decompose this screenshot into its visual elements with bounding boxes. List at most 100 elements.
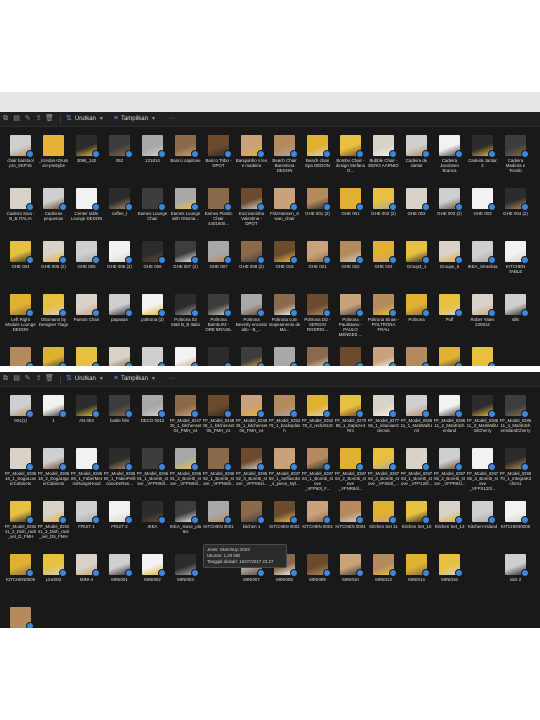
file-item[interactable]: 121814	[136, 132, 169, 185]
file-item[interactable]: Cadeira Jantar 2	[466, 132, 499, 185]
file-item[interactable]: FF_Model_ID8611_4_MatiKitchenIslandCherr…	[499, 392, 532, 445]
file-item[interactable]: Poltrona	[400, 291, 433, 344]
file-item[interactable]: Escrivaninha Valentina - DPOT	[235, 185, 268, 238]
file-item[interactable]: FF_Model_ID8765_3_Boretti_stove _VFPS120…	[466, 445, 499, 498]
file-item[interactable]: FF_Model_ID8764_2_Boretti_stove _VFNR84l…	[334, 445, 367, 498]
file-item[interactable]: MINI003	[169, 551, 202, 604]
file-item[interactable]: GHE 004 (2)	[499, 185, 532, 238]
file-item[interactable]: Banco capitone	[169, 132, 202, 185]
more-options-icon[interactable]: ···	[166, 372, 177, 386]
rename-icon[interactable]: ✎	[22, 372, 33, 386]
file-item[interactable]: GHE 022	[334, 238, 367, 291]
file-item[interactable]: ST006	[169, 344, 202, 366]
file-item[interactable]: TABLE 0008	[334, 344, 367, 366]
file-item[interactable]: GHE 021	[301, 238, 334, 291]
file-item[interactable]: Eames Lounge with Ottoma...	[169, 185, 202, 238]
file-item[interactable]: GHE 002 (2)	[367, 185, 400, 238]
file-item[interactable]: Bubble Chair - EERO AARNIO	[367, 132, 400, 185]
file-item[interactable]: Kitchen Set_10	[400, 498, 433, 551]
file-item[interactable]: FF_Model_ID4809_1_kitchenset06_FMH_v4	[235, 392, 268, 445]
file-item[interactable]: GHE 024	[367, 238, 400, 291]
file-item[interactable]: GHE 006 (2)	[103, 238, 136, 291]
file-item[interactable]: MINI001	[103, 551, 136, 604]
file-item[interactable]: GHE 018	[268, 238, 301, 291]
file-item[interactable]: Beach chair Spa DEDON	[301, 132, 334, 185]
file-item[interactable]: FF_Model_ID5279_1_backsplash	[268, 392, 301, 445]
file-item[interactable]: KITCHEN 0003	[301, 498, 334, 551]
file-item[interactable]: GHE 001 (2)	[301, 185, 334, 238]
file-item[interactable]: GHE 004	[4, 238, 37, 291]
file-item[interactable]: GHE 005 (2)	[37, 238, 70, 291]
file-item[interactable]: bottle hihi	[103, 392, 136, 445]
file-item[interactable]: Poltrona 03 Matt B_B Italia	[169, 291, 202, 344]
file-item[interactable]: Rober Yates 220812	[466, 291, 499, 344]
file-item[interactable]: TABLE001	[367, 344, 400, 366]
sort-button[interactable]: ⇅ Urutkan ▼	[66, 112, 104, 126]
file-item[interactable]: ST0010	[301, 344, 334, 366]
delete-icon[interactable]: 🗑	[44, 372, 55, 386]
file-item[interactable]: ST008	[235, 344, 268, 366]
file-item[interactable]: FF_Model_ID8764_1_Boretti_stove _VFP60l_…	[301, 445, 334, 498]
file-item[interactable]: GHE 003	[466, 185, 499, 238]
file-item[interactable]: GHE 001	[334, 185, 367, 238]
file-item[interactable]: KITCHEN0006	[4, 551, 37, 604]
file-item[interactable]: ST009	[268, 344, 301, 366]
file-item[interactable]: KITCHEN0005	[499, 498, 532, 551]
file-item[interactable]: GHE 002	[400, 185, 433, 238]
file-item[interactable]: Cadeira Madeira e Tecido	[499, 132, 532, 185]
file-item[interactable]: Cadeira Sina - B_B ITALIA	[4, 185, 37, 238]
more-options-icon[interactable]: ···	[166, 112, 177, 126]
file-item[interactable]: chair barstool pro_SKP15	[4, 132, 37, 185]
file-item[interactable]: Bombo Chair - design Stefano G...	[334, 132, 367, 185]
file-item[interactable]: FF_Model_ID4808_1_kitchenset05_FMH_v1	[202, 392, 235, 445]
rename-icon[interactable]: ✎	[22, 112, 33, 126]
file-item[interactable]: Cadeira Jacobsen Branca	[433, 132, 466, 185]
file-item[interactable]: FF_Model_ID8616_2_DogaUpperCabinets	[37, 445, 70, 498]
file-item[interactable]: FF_Model_ID9070_1_IntegraKitchen1	[499, 445, 532, 498]
file-item[interactable]: Poltrona Sinan - POLTRONA FRAU	[367, 291, 400, 344]
share-icon[interactable]: ⇪	[33, 112, 44, 126]
file-item[interactable]: coffee_t	[103, 185, 136, 238]
file-item[interactable]: Panton Chair	[70, 291, 103, 344]
file-item[interactable]: MINI014	[400, 551, 433, 604]
file-item[interactable]: Beach Chair Barcelona DEDON	[268, 132, 301, 185]
file-item[interactable]: FF_Model_ID8691_1_Boretti_stove _VFPN93l…	[136, 445, 169, 498]
file-item[interactable]: 052	[103, 132, 136, 185]
file-item[interactable]: Poltrona Beverly encosto alto - B_...	[235, 291, 268, 344]
file-item[interactable]: Ottomano by Designer Tiago	[37, 291, 70, 344]
file-item[interactable]: FF_Model_ID8690_1_FaberPellicanoDeRan...	[103, 445, 136, 498]
file-item[interactable]: MINI013	[367, 551, 400, 604]
file-item[interactable]: FF_Model_ID8611_1_MatiWallUnit	[400, 392, 433, 445]
file-item[interactable]: 001(1)	[4, 392, 37, 445]
file-item[interactable]: sink1	[4, 604, 37, 628]
file-item[interactable]: TABLE002	[400, 344, 433, 366]
file-item[interactable]: FF_Model_ID8764_3_Boretti_stove _VFS84l_…	[367, 445, 400, 498]
file-item[interactable]: GHE 005	[70, 238, 103, 291]
file-item[interactable]: ST004	[103, 344, 136, 366]
copy-icon[interactable]: ⧉	[0, 112, 11, 126]
file-item[interactable]: sills	[499, 291, 532, 344]
file-item[interactable]: GHE 007 (2)	[169, 238, 202, 291]
file-item[interactable]: FF_Model_ID8692_3_Boretti_stove _VFPS94l…	[235, 445, 268, 498]
share-icon[interactable]: ⇪	[33, 372, 44, 386]
file-item[interactable]: 3066_142	[70, 132, 103, 185]
file-item[interactable]: FF_Model_ID7755_1_kitaniaeGcleosic	[367, 392, 400, 445]
file-item[interactable]: FRUIT 2	[103, 498, 136, 551]
file-item[interactable]: ST005	[136, 344, 169, 366]
file-item[interactable]: FF_Model_ID8759_1_Seffavoks_4_piece_Nyl.…	[268, 445, 301, 498]
file-item[interactable]: MINI-4	[70, 551, 103, 604]
file-item[interactable]: Poltrona Paulistano - PAULO MENDES ...	[334, 291, 367, 344]
file-item[interactable]: GHE 007	[202, 238, 235, 291]
file-item[interactable]: GHE 006	[136, 238, 169, 291]
file-item[interactable]: ST007	[202, 344, 235, 366]
file-item[interactable]: papasan	[103, 291, 136, 344]
file-item[interactable]: IKEA_stove_plates	[169, 498, 202, 551]
view-button[interactable]: ≡ Tampilkan ▼	[114, 372, 156, 386]
file-item[interactable]: Group3_1	[400, 238, 433, 291]
sort-button[interactable]: ⇅ Urutkan ▼	[66, 372, 104, 386]
file-item[interactable]: poltrona (2)	[136, 291, 169, 344]
file-item[interactable]: MINI009	[301, 551, 334, 604]
file-item[interactable]: Line002	[37, 551, 70, 604]
file-item[interactable]: IKEA_Smedsta	[466, 238, 499, 291]
file-item[interactable]: FF_Model_ID7085_1_Sapeze4Rm	[334, 392, 367, 445]
